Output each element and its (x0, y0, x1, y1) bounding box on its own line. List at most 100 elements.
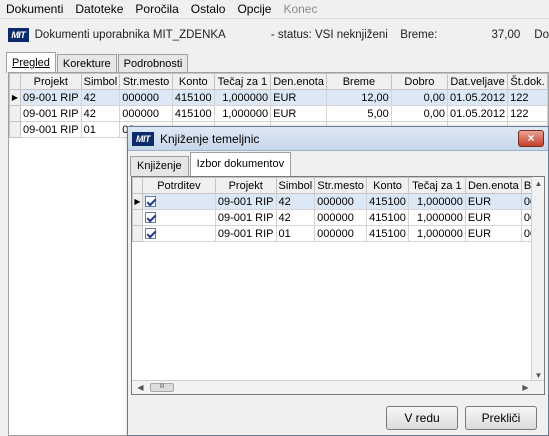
cell-konto: 415100 (366, 193, 409, 210)
menu-datoteke[interactable]: Datoteke (69, 0, 129, 19)
izbor-grid[interactable]: Potrditev Projekt Simbol Str.mesto Konto… (131, 176, 545, 395)
menu-dokumenti[interactable]: Dokumenti (0, 0, 69, 19)
cell-str-mesto: 000000 (119, 105, 173, 122)
breme-label: Breme: (400, 29, 438, 41)
table-row[interactable]: 09-001 RIP 42 000000 415100 1,000000 EUR… (132, 209, 544, 226)
checkbox-checked-icon[interactable] (144, 196, 156, 208)
tab-korekture-label: Korekture (62, 58, 111, 70)
cell-simbol: 42 (275, 193, 316, 210)
scroll-right-icon[interactable]: ▶ (519, 381, 532, 394)
tab-pregled[interactable]: Pregled (6, 52, 56, 73)
table-row[interactable]: ▶ 09-001 RIP 42 000000 415100 1,000000 E… (132, 193, 544, 210)
cell-breme: 12,00 (326, 89, 392, 106)
col-tecaj[interactable]: Tečaj za 1 (213, 73, 272, 90)
cell-simbol: 42 (80, 105, 121, 122)
col-potrditev[interactable]: Potrditev (141, 177, 216, 194)
ok-button[interactable]: V redu (386, 406, 458, 430)
col-konto[interactable]: Konto (171, 73, 215, 90)
menu-opcije[interactable]: Opcije (231, 0, 277, 19)
col-str-mesto[interactable]: Str.mesto (314, 177, 368, 194)
cell-st-dok: 122 (507, 105, 548, 122)
cell-tecaj: 1,000000 (407, 193, 466, 210)
status-text: - status: VSI neknjiženi (270, 29, 388, 41)
row-pointer-icon: ▶ (9, 89, 21, 106)
dialog-tabs: Knjiženje Izbor dokumentov (130, 151, 292, 176)
breme-value: 37,00 (491, 29, 521, 41)
tab-izbor-dokumentov[interactable]: Izbor dokumentov (189, 152, 292, 176)
col-tecaj[interactable]: Tečaj za 1 (407, 177, 466, 194)
cell-konto: 415100 (171, 105, 215, 122)
cell-str-mesto: 000000 (119, 89, 173, 106)
checkbox-checked-icon[interactable] (144, 228, 156, 240)
col-breme[interactable]: Breme (326, 73, 392, 90)
horizontal-scrollbar[interactable]: ◀ III ▶ (132, 380, 544, 394)
checkbox-potrditev[interactable] (141, 209, 216, 226)
col-konto[interactable]: Konto (366, 177, 409, 194)
checkbox-potrditev[interactable] (141, 193, 216, 210)
row-pointer-icon: ▶ (132, 193, 143, 210)
col-dat-veljave[interactable]: Dat.veljave (447, 73, 509, 90)
cell-dat-veljave: 01.05.2012 (447, 89, 509, 106)
cell-den-enota: EUR (270, 89, 328, 106)
cell-den-enota: EUR (270, 105, 328, 122)
row-indicator (9, 105, 21, 122)
close-button[interactable]: × (518, 130, 544, 147)
menu-ostalo[interactable]: Ostalo (185, 0, 232, 19)
table-row[interactable]: 09-001 RIP 42 000000 415100 1,000000 EUR… (9, 105, 548, 122)
cell-projekt: 09-001 RIP (214, 209, 277, 226)
menu-konec[interactable]: Konec (277, 0, 323, 19)
cell-tecaj: 1,000000 (407, 225, 466, 242)
cell-simbol: 01 (80, 121, 121, 138)
checkbox-checked-icon[interactable] (144, 212, 156, 224)
cell-den-enota: EUR (464, 209, 522, 226)
dialog-logo: MIT (132, 131, 154, 146)
tab-pregled-label: Pregled (12, 57, 50, 69)
table-row[interactable]: 09-001 RIP 01 000000 415100 1,000000 EUR… (132, 225, 544, 242)
col-st-dok[interactable]: Št.dok. (507, 73, 548, 90)
tab-korekture[interactable]: Korekture (56, 54, 117, 73)
vertical-scrollbar[interactable]: ▲ ▼ (531, 177, 544, 382)
cell-den-enota: EUR (464, 193, 522, 210)
cell-st-dok: 122 (507, 89, 548, 106)
col-dobro[interactable]: Dobro (390, 73, 449, 90)
row-indicator-header (9, 73, 21, 90)
tab-knjizenje-label: Knjiženje (137, 160, 182, 172)
scroll-left-icon[interactable]: ◀ (134, 381, 147, 394)
cell-dobro: 0,00 (390, 105, 449, 122)
col-str-mesto[interactable]: Str.mesto (119, 73, 173, 90)
cell-projekt: 09-001 RIP (214, 193, 277, 210)
cancel-button[interactable]: Prekliči (465, 406, 537, 430)
col-den-enota[interactable]: Den.enota (464, 177, 522, 194)
cell-str-mesto: 000000 (314, 209, 368, 226)
col-simbol[interactable]: Simbol (80, 73, 121, 90)
tab-knjizenje[interactable]: Knjiženje (130, 156, 189, 176)
cell-den-enota: EUR (464, 225, 522, 242)
col-projekt[interactable]: Projekt (214, 177, 277, 194)
checkbox-potrditev[interactable] (141, 225, 216, 242)
menu-bar: Dokumenti Datoteke Poročila Ostalo Opcij… (0, 0, 549, 19)
scroll-thumb[interactable]: III (150, 383, 174, 392)
cell-projekt: 09-001 RIP (214, 225, 277, 242)
cell-tecaj: 1,000000 (213, 89, 272, 106)
knjizenje-dialog: MIT Knjiženje temeljnic × Knjiženje Izbo… (127, 126, 549, 436)
cell-str-mesto: 000000 (314, 225, 368, 242)
cell-konto: 415100 (366, 209, 409, 226)
col-projekt[interactable]: Projekt (19, 73, 82, 90)
dialog-title: Knjiženje temeljnic (160, 131, 260, 146)
document-header: MIT Dokumenti uporabnika MIT_ZDENKA - st… (0, 21, 549, 49)
scroll-up-icon[interactable]: ▲ (532, 177, 544, 190)
cell-dat-veljave: 01.05.2012 (447, 105, 509, 122)
main-tabs: Pregled Korekture Podrobnosti (6, 52, 189, 73)
col-simbol[interactable]: Simbol (275, 177, 316, 194)
document-title: Dokumenti uporabnika MIT_ZDENKA (34, 29, 226, 41)
menu-porocila[interactable]: Poročila (129, 0, 184, 19)
table-row[interactable]: ▶ 09-001 RIP 42 000000 415100 1,000000 E… (9, 89, 548, 106)
row-indicator (132, 209, 143, 226)
cell-simbol: 01 (275, 225, 316, 242)
izbor-table: Potrditev Projekt Simbol Str.mesto Konto… (132, 177, 544, 242)
cell-projekt: 09-001 RIP (19, 105, 82, 122)
close-icon: × (527, 131, 535, 145)
col-den-enota[interactable]: Den.enota (270, 73, 328, 90)
dialog-titlebar[interactable]: MIT Knjiženje temeljnic × (128, 127, 548, 151)
tab-podrobnosti[interactable]: Podrobnosti (117, 54, 189, 73)
